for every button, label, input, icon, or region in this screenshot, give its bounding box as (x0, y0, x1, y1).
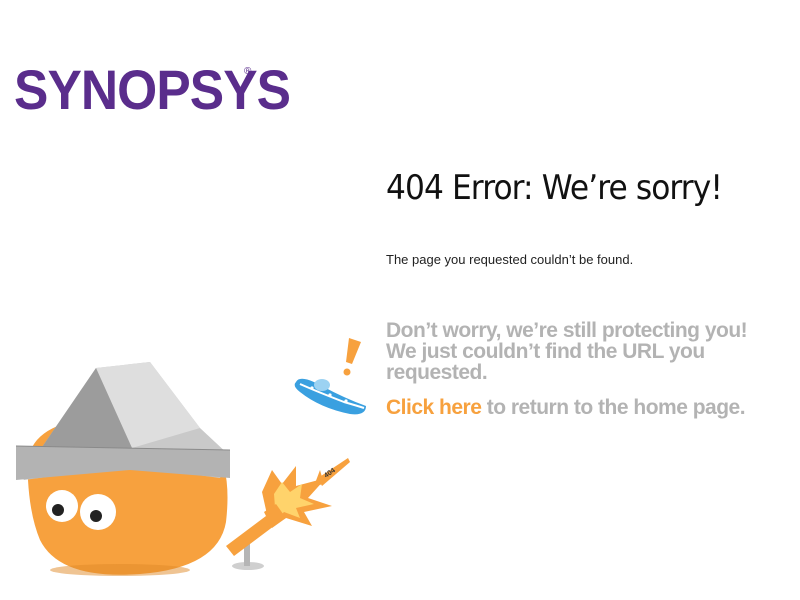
synopsys-logo[interactable]: SYNOPSYS ® (14, 60, 291, 120)
error-message: The page you requested couldn’t be found… (386, 252, 634, 267)
return-home-line: Click here to return to the home page. (386, 396, 746, 420)
reassurance-text: Don’t worry, we’re still protecting you!… (386, 319, 748, 384)
return-home-suffix: to return to the home page. (481, 396, 746, 419)
foil-hat-icon (15, 362, 231, 480)
registered-mark: ® (244, 66, 252, 77)
error-content: 404 Error: We’re sorry! The page you req… (386, 168, 786, 419)
cannon-icon (226, 504, 286, 570)
error-illustration: 404 (15, 338, 366, 576)
error-headline: 404 Error: We’re sorry! (386, 168, 723, 208)
ufo-icon (294, 378, 366, 415)
home-link[interactable]: Click here (386, 396, 482, 419)
exclamation-icon (343, 338, 361, 376)
